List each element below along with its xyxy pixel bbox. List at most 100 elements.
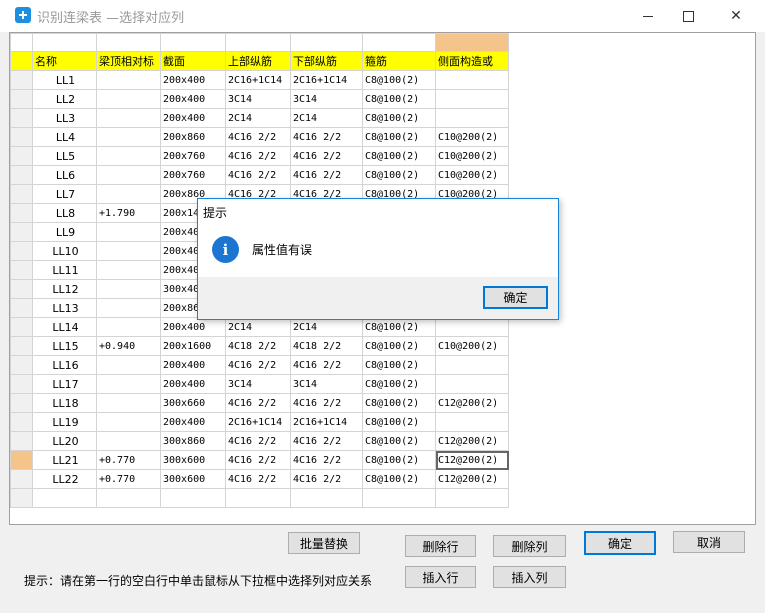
table-cell[interactable]: LL6 [32, 165, 97, 185]
table-cell[interactable]: LL20 [32, 431, 97, 451]
column-mapping-cell[interactable] [225, 33, 291, 52]
table-cell[interactable] [96, 412, 161, 432]
table-cell[interactable] [96, 184, 161, 204]
table-cell[interactable]: 4C16 2/2 [225, 355, 291, 375]
row-header-cell[interactable] [10, 469, 33, 489]
table-cell[interactable] [96, 222, 161, 242]
row-header-cell[interactable] [10, 260, 33, 280]
row-header-cell[interactable] [10, 355, 33, 375]
table-cell[interactable]: LL4 [32, 127, 97, 147]
table-cell[interactable]: LL15 [32, 336, 97, 356]
table-cell[interactable]: 3C14 [290, 374, 363, 394]
table-cell[interactable]: 4C16 2/2 [290, 469, 363, 489]
table-cell[interactable] [96, 108, 161, 128]
row-header-cell[interactable] [10, 146, 33, 166]
table-cell[interactable]: C8@100(2) [362, 374, 436, 394]
table-cell[interactable]: 4C18 2/2 [225, 336, 291, 356]
table-cell[interactable] [96, 355, 161, 375]
column-mapping-cell[interactable] [160, 33, 226, 52]
table-cell[interactable]: C12@200(2) [435, 450, 509, 470]
column-header[interactable]: 梁顶相对标 [96, 51, 161, 71]
table-cell[interactable] [96, 127, 161, 147]
table-cell[interactable]: C8@100(2) [362, 336, 436, 356]
row-header-cell[interactable] [10, 412, 33, 432]
table-cell[interactable]: 200x1600 [160, 336, 226, 356]
table-cell[interactable]: LL17 [32, 374, 97, 394]
table-cell[interactable]: 4C16 2/2 [290, 127, 363, 147]
table-cell[interactable]: 200x400 [160, 355, 226, 375]
table-cell[interactable]: 4C16 2/2 [290, 393, 363, 413]
table-cell[interactable] [96, 260, 161, 280]
table-cell[interactable]: C8@100(2) [362, 431, 436, 451]
table-cell[interactable] [96, 431, 161, 451]
table-cell[interactable] [290, 488, 363, 508]
table-cell[interactable]: 4C16 2/2 [225, 431, 291, 451]
table-cell[interactable] [96, 298, 161, 318]
dialog-ok-button[interactable]: 确定 [483, 286, 548, 309]
table-cell[interactable] [96, 241, 161, 261]
row-header-cell[interactable] [10, 222, 33, 242]
table-cell[interactable]: C8@100(2) [362, 469, 436, 489]
table-cell[interactable]: 2C14 [225, 108, 291, 128]
close-button[interactable]: ✕ [713, 0, 759, 32]
table-cell[interactable]: +1.790 [96, 203, 161, 223]
table-cell[interactable]: 300x660 [160, 393, 226, 413]
table-cell[interactable]: 2C16+1C14 [225, 70, 291, 90]
table-cell[interactable] [96, 393, 161, 413]
column-header[interactable]: 截面 [160, 51, 226, 71]
table-cell[interactable]: 4C16 2/2 [225, 146, 291, 166]
table-cell[interactable]: 200x400 [160, 108, 226, 128]
row-header-cell[interactable] [10, 317, 33, 337]
table-cell[interactable] [435, 108, 509, 128]
table-cell[interactable]: LL12 [32, 279, 97, 299]
table-cell[interactable]: C10@200(2) [435, 336, 509, 356]
table-cell[interactable]: 200x400 [160, 317, 226, 337]
insert-column-button[interactable]: 插入列 [493, 566, 566, 588]
table-cell[interactable]: LL18 [32, 393, 97, 413]
table-cell[interactable] [225, 488, 291, 508]
table-cell[interactable]: LL1 [32, 70, 97, 90]
row-header-cell[interactable] [10, 70, 33, 90]
table-cell[interactable]: C12@200(2) [435, 431, 509, 451]
table-cell[interactable]: 300x600 [160, 469, 226, 489]
column-header[interactable]: 侧面构造或 [435, 51, 509, 71]
confirm-button[interactable]: 确定 [584, 531, 656, 555]
table-cell[interactable]: 4C16 2/2 [290, 450, 363, 470]
column-mapping-cell[interactable] [32, 33, 97, 52]
table-cell[interactable]: 2C16+1C14 [290, 70, 363, 90]
table-cell[interactable]: C8@100(2) [362, 108, 436, 128]
table-cell[interactable]: C8@100(2) [362, 393, 436, 413]
table-cell[interactable]: C8@100(2) [362, 70, 436, 90]
table-cell[interactable] [32, 488, 97, 508]
row-header-cell[interactable] [10, 108, 33, 128]
column-mapping-cell[interactable] [435, 33, 509, 52]
table-cell[interactable]: 200x860 [160, 127, 226, 147]
table-cell[interactable]: LL19 [32, 412, 97, 432]
table-cell[interactable]: C12@200(2) [435, 393, 509, 413]
table-cell[interactable] [96, 146, 161, 166]
table-cell[interactable] [96, 317, 161, 337]
table-cell[interactable]: LL13 [32, 298, 97, 318]
table-cell[interactable] [435, 70, 509, 90]
table-cell[interactable]: C8@100(2) [362, 89, 436, 109]
row-header-cell[interactable] [10, 203, 33, 223]
table-cell[interactable]: LL14 [32, 317, 97, 337]
table-cell[interactable]: C8@100(2) [362, 165, 436, 185]
row-header-cell[interactable] [10, 488, 33, 508]
table-cell[interactable]: C8@100(2) [362, 146, 436, 166]
table-cell[interactable]: C10@200(2) [435, 165, 509, 185]
table-cell[interactable] [96, 374, 161, 394]
table-cell[interactable]: LL5 [32, 146, 97, 166]
table-cell[interactable]: 4C16 2/2 [225, 393, 291, 413]
column-mapping-cell[interactable] [96, 33, 161, 52]
table-cell[interactable] [160, 488, 226, 508]
table-cell[interactable]: 4C16 2/2 [225, 127, 291, 147]
table-cell[interactable]: 300x600 [160, 450, 226, 470]
table-cell[interactable]: +0.770 [96, 469, 161, 489]
table-cell[interactable]: 200x760 [160, 146, 226, 166]
column-mapping-cell[interactable] [290, 33, 363, 52]
table-cell[interactable]: 200x400 [160, 374, 226, 394]
table-cell[interactable]: +0.940 [96, 336, 161, 356]
table-cell[interactable]: 4C16 2/2 [290, 146, 363, 166]
table-cell[interactable]: C10@200(2) [435, 127, 509, 147]
